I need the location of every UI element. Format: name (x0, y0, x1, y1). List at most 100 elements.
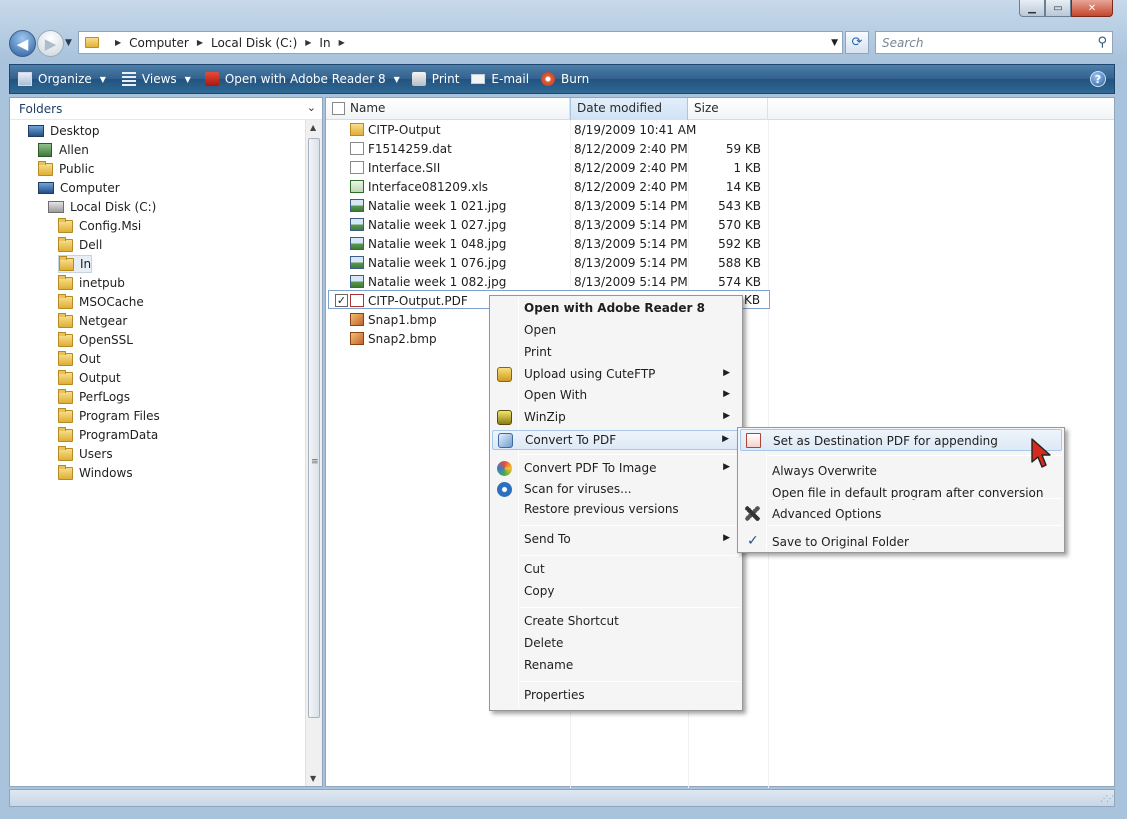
recent-pages-dropdown[interactable]: ▼ (65, 38, 72, 48)
refresh-button[interactable]: ⟳ (845, 31, 869, 54)
file-row[interactable]: Interface.SII 8/12/2009 2:40 PM 1 KB (346, 158, 796, 177)
column-date-header[interactable]: Date modified (570, 98, 688, 120)
menu-item-label: Delete (524, 636, 564, 650)
minimize-button[interactable]: ▁ (1019, 0, 1045, 17)
menu-separator (520, 607, 740, 608)
breadcrumb-separator-icon[interactable]: ▶ (115, 38, 121, 47)
email-button[interactable]: E-mail (465, 65, 535, 93)
menu-item-rename[interactable]: Rename (492, 656, 740, 676)
tree-item-perflogs[interactable]: PerfLogs (58, 388, 130, 406)
search-icon[interactable]: ⚲ (1097, 35, 1107, 50)
tree-item-inetpub[interactable]: inetpub (58, 274, 125, 292)
organize-button[interactable]: Organize ▼ (10, 65, 112, 93)
pdf-to-image-icon (497, 461, 512, 476)
menu-item-cut[interactable]: Cut (492, 560, 740, 580)
tree-item-label: Allen (59, 143, 89, 157)
menu-item-open-with[interactable]: Open With ▶ (492, 386, 740, 406)
antivirus-icon (497, 482, 512, 497)
menu-item-winzip[interactable]: WinZip ▶ (492, 408, 740, 428)
file-row[interactable]: CITP-Output 8/19/2009 10:41 AM (346, 120, 796, 139)
menu-item-copy[interactable]: Copy (492, 582, 740, 602)
menu-item-upload-using-cuteftp[interactable]: Upload using CuteFTP ▶ (492, 365, 740, 385)
menu-item-create-shortcut[interactable]: Create Shortcut (492, 612, 740, 632)
burn-button[interactable]: Burn (535, 65, 595, 93)
forward-button[interactable]: ▶ (37, 30, 64, 57)
scroll-up-arrow-icon[interactable]: ▲ (310, 123, 316, 132)
file-row[interactable]: F1514259.dat 8/12/2009 2:40 PM 59 KB (346, 139, 796, 158)
tree-item-users[interactable]: Users (58, 445, 113, 463)
tree-item-program-files[interactable]: Program Files (58, 407, 160, 425)
submenu-item-save-to-original-folder[interactable]: ✓ Save to Original Folder (740, 531, 1062, 553)
folder-icon (58, 293, 73, 309)
maximize-button[interactable]: ▭ (1045, 0, 1071, 17)
open-with-adobe-button[interactable]: Open with Adobe Reader 8 ▼ (199, 65, 406, 93)
file-size: 543 KB (718, 198, 761, 213)
submenu-item-set-as-destination-pdf-for-appending[interactable]: Set as Destination PDF for appending (740, 429, 1062, 451)
menu-item-open[interactable]: Open (492, 321, 740, 341)
file-row[interactable]: Natalie week 1 076.jpg 8/13/2009 5:14 PM 5… (346, 253, 796, 272)
file-row[interactable]: Natalie week 1 021.jpg 8/13/2009 5:14 PM 5… (346, 196, 796, 215)
breadcrumb-separator-icon[interactable]: ▶ (339, 38, 345, 47)
folder-icon (58, 217, 73, 233)
breadcrumb-local-disk[interactable]: Local Disk (C:) (211, 36, 297, 50)
tree-item-desktop[interactable]: Desktop (28, 122, 100, 140)
help-button[interactable]: ? (1090, 71, 1106, 87)
print-button[interactable]: Print (406, 65, 466, 93)
menu-item-convert-to-pdf[interactable]: Convert To PDF ▶ (492, 430, 740, 450)
tree-item-allen[interactable]: Allen (38, 141, 89, 159)
breadcrumb-separator-icon[interactable]: ▶ (305, 38, 311, 47)
submenu-item-open-file-in-default-program-after-conversion[interactable]: Open file in default program after conve… (740, 482, 1062, 504)
column-header-row: Name Date modified Size (326, 98, 1114, 120)
menu-item-send-to[interactable]: Send To ▶ (492, 530, 740, 550)
submenu-arrow-icon: ▶ (723, 533, 730, 543)
tree-item-in[interactable]: In (58, 255, 93, 273)
menu-item-label: WinZip (524, 410, 566, 424)
breadcrumb-in[interactable]: In (319, 36, 330, 50)
tree-item-local-disk-c[interactable]: Local Disk (C:) (48, 198, 156, 216)
breadcrumb-computer[interactable]: Computer (129, 36, 189, 50)
tree-item-out[interactable]: Out (58, 350, 101, 368)
menu-item-scan-for-viruses[interactable]: Scan for viruses... (492, 480, 740, 500)
tree-item-label: Output (79, 371, 121, 385)
menu-item-label: Scan for viruses... (524, 482, 632, 496)
tree-item-dell[interactable]: Dell (58, 236, 102, 254)
chevron-down-icon[interactable]: ⌄ (307, 101, 316, 114)
folder-tree: Desktop Allen Public Computer Local Disk (C:… (10, 120, 306, 786)
tree-item-output[interactable]: Output (58, 369, 121, 387)
file-row[interactable]: Natalie week 1 082.jpg 8/13/2009 5:14 PM 5… (346, 272, 796, 291)
tree-item-windows[interactable]: Windows (58, 464, 133, 482)
column-size-header[interactable]: Size (688, 98, 768, 120)
resize-grip-icon[interactable]: ⋰⋰ (1100, 794, 1114, 803)
tree-item-computer[interactable]: Computer (38, 179, 120, 197)
file-row[interactable]: Interface081209.xls 8/12/2009 2:40 PM 14 K… (346, 177, 796, 196)
file-row[interactable]: Natalie week 1 048.jpg 8/13/2009 5:14 PM 5… (346, 234, 796, 253)
scroll-down-arrow-icon[interactable]: ▼ (310, 774, 316, 783)
menu-item-delete[interactable]: Delete (492, 634, 740, 654)
menu-item-print[interactable]: Print (492, 343, 740, 363)
menu-item-open-with-adobe-reader-8[interactable]: Open with Adobe Reader 8 (492, 299, 740, 319)
address-bar[interactable]: ▶ Computer ▶ Local Disk (C:) ▶ In ▶ ▼ (78, 31, 843, 54)
search-input[interactable]: Search ⚲ (875, 31, 1113, 54)
folders-scrollbar[interactable]: ▲ ≡ ▼ (305, 120, 322, 786)
menu-item-restore-previous-versions[interactable]: Restore previous versions (492, 500, 740, 520)
tree-item-msocache[interactable]: MSOCache (58, 293, 144, 311)
submenu-item-always-overwrite[interactable]: Always Overwrite (740, 460, 1062, 482)
tree-item-public[interactable]: Public (38, 160, 95, 178)
folders-pane-header[interactable]: Folders ⌄ (10, 98, 322, 120)
breadcrumb-separator-icon[interactable]: ▶ (197, 38, 203, 47)
close-button[interactable]: ✕ (1071, 0, 1113, 17)
back-button[interactable]: ◀ (9, 30, 36, 57)
tree-item-openssl[interactable]: OpenSSL (58, 331, 133, 349)
tree-item-programdata[interactable]: ProgramData (58, 426, 158, 444)
address-history-dropdown[interactable]: ▼ (831, 38, 838, 48)
column-name-header[interactable]: Name (344, 98, 570, 120)
tree-item-config-msi[interactable]: Config.Msi (58, 217, 141, 235)
scrollbar-thumb[interactable]: ≡ (308, 138, 320, 718)
file-row[interactable]: Natalie week 1 027.jpg 8/13/2009 5:14 PM 5… (346, 215, 796, 234)
views-button[interactable]: Views ▼ (116, 65, 197, 93)
tree-item-netgear[interactable]: Netgear (58, 312, 127, 330)
mouse-pointer-icon (1031, 438, 1051, 468)
menu-item-properties[interactable]: Properties (492, 686, 740, 706)
menu-item-convert-pdf-to-image[interactable]: Convert PDF To Image ▶ (492, 459, 740, 479)
submenu-item-advanced-options[interactable]: Advanced Options (740, 503, 1062, 525)
